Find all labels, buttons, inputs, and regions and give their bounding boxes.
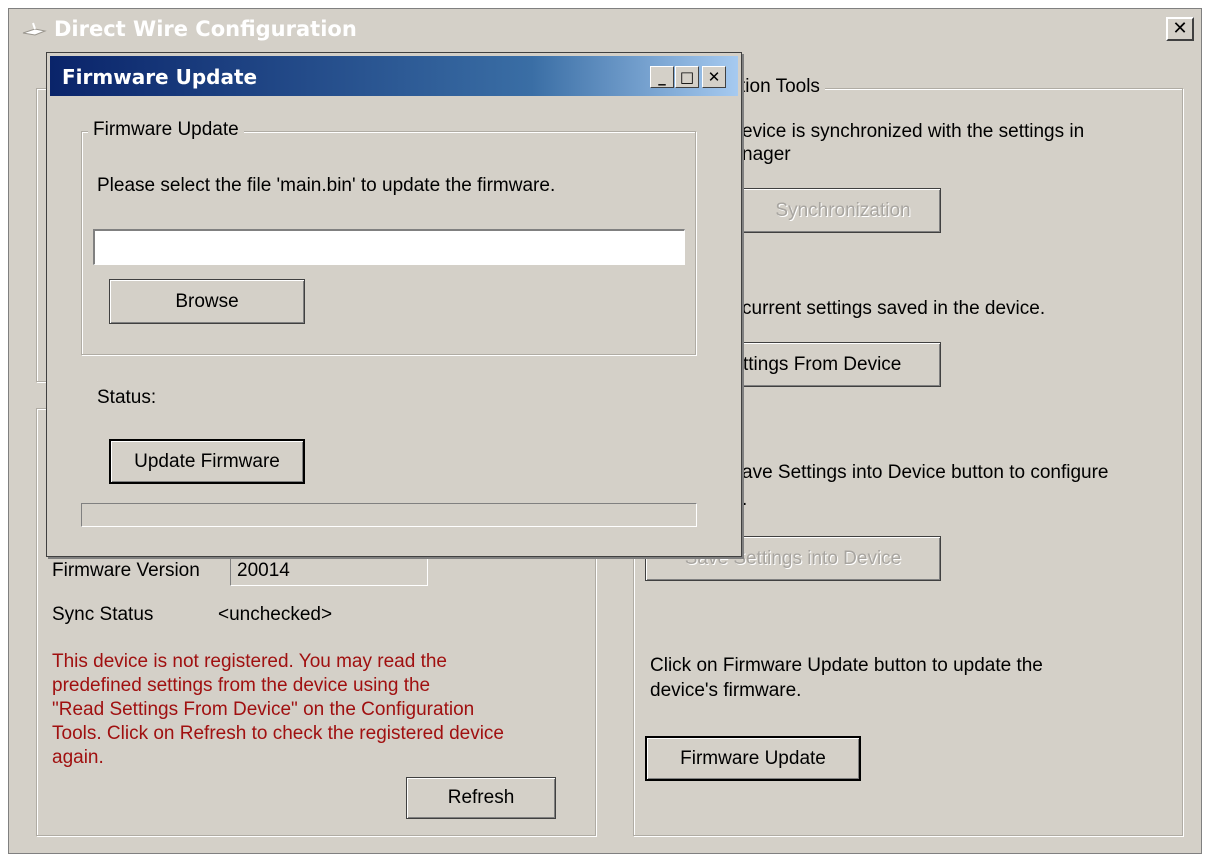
registration-warning: This device is not registered. You may r… (52, 650, 504, 770)
app-icon (22, 22, 47, 36)
firmware-file-input[interactable] (93, 229, 685, 265)
firmware-version-field: 20014 (230, 554, 428, 586)
firmware-update-description-cont: device's firmware. (650, 680, 802, 701)
firmware-version-label: Firmware Version (52, 560, 200, 581)
status-label: Status: (97, 387, 157, 408)
warning-line: Tools. Click on Refresh to check the reg… (52, 723, 504, 744)
browse-button-label: Browse (175, 290, 239, 312)
main-window-title: Direct Wire Configuration (54, 17, 357, 41)
dialog-close-button[interactable]: ✕ (702, 66, 726, 88)
read-settings-description: current settings saved in the device. (742, 298, 1046, 319)
save-settings-description-cont: . (742, 489, 748, 510)
firmware-update-dialog: Firmware Update _ □ ✕ Firmware Update Pl… (46, 52, 742, 557)
update-firmware-button[interactable]: Update Firmware (109, 439, 305, 484)
sync-status-value: <unchecked> (218, 604, 333, 625)
firmware-update-button-label: Firmware Update (680, 747, 826, 769)
save-settings-description: ave Settings into Device button to confi… (742, 462, 1109, 483)
firmware-version-value: 20014 (237, 560, 290, 581)
dialog-title-bar[interactable]: Firmware Update _ □ ✕ (50, 56, 738, 96)
minimize-button[interactable]: _ (650, 66, 674, 88)
firmware-progress-bar (81, 503, 697, 527)
maximize-icon: □ (679, 68, 695, 86)
browse-button[interactable]: Browse (109, 279, 305, 324)
maximize-button[interactable]: □ (675, 66, 699, 88)
warning-line: predefined settings from the device usin… (52, 675, 431, 696)
firmware-update-button[interactable]: Firmware Update (645, 736, 861, 781)
firmware-instruction: Please select the file 'main.bin' to upd… (97, 175, 556, 196)
refresh-button[interactable]: Refresh (406, 777, 556, 819)
warning-line: This device is not registered. You may r… (52, 651, 448, 672)
warning-line: "Read Settings From Device" on the Confi… (52, 699, 475, 720)
configuration-tools-label: tion Tools (735, 76, 825, 98)
close-button[interactable]: ✕ (1166, 17, 1194, 41)
sync-description-cont: nager (742, 144, 791, 165)
sync-status-label: Sync Status (52, 604, 154, 625)
close-icon: ✕ (707, 68, 721, 86)
sync-description: evice is synchronized with the settings … (742, 121, 1085, 142)
minimize-icon: _ (658, 68, 666, 86)
dialog-title: Firmware Update (62, 65, 258, 89)
main-title-bar[interactable]: Direct Wire Configuration ✕ (9, 9, 1201, 49)
firmware-update-description: Click on Firmware Update button to updat… (650, 655, 1043, 676)
close-icon: ✕ (1172, 18, 1188, 39)
firmware-update-group-label: Firmware Update (88, 119, 244, 141)
update-firmware-button-label: Update Firmware (134, 450, 280, 472)
warning-line: again. (52, 747, 104, 768)
refresh-button-label: Refresh (447, 787, 515, 808)
